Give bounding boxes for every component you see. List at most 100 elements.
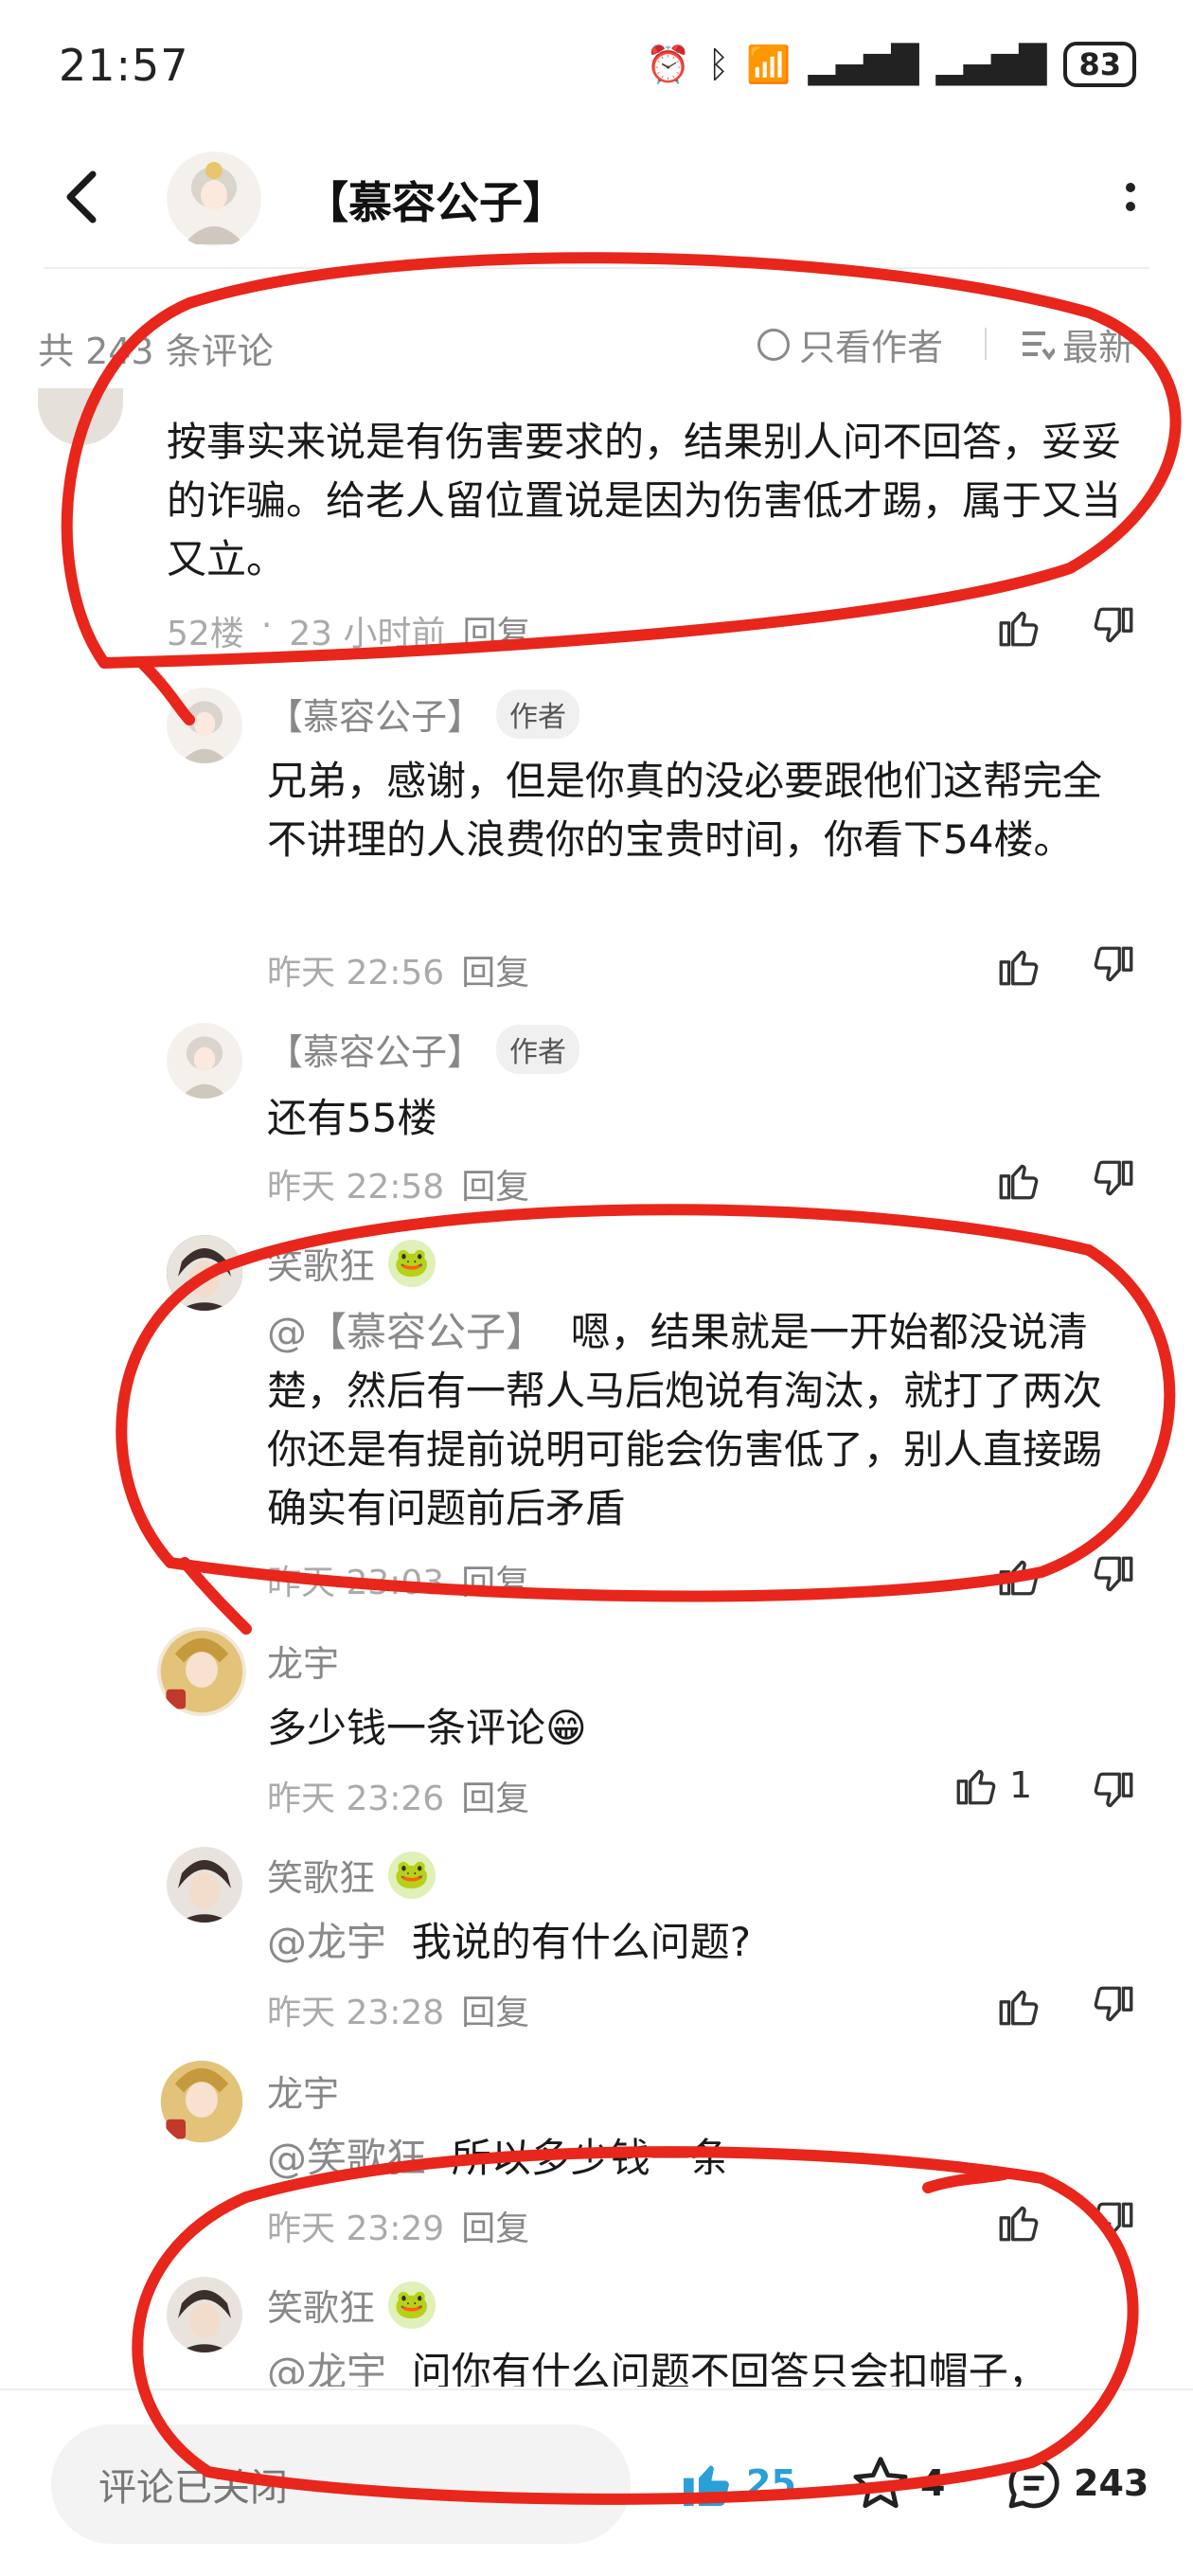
- post-like-button[interactable]: 25: [676, 2453, 796, 2513]
- dislike-button[interactable]: [1085, 599, 1142, 655]
- comment-input[interactable]: 评论已关闭: [51, 2424, 631, 2544]
- comment-time: 昨天 23:28: [267, 1994, 445, 2032]
- author-tag: 作者: [496, 1024, 580, 1074]
- user-badge-icon: 🐸: [388, 1239, 436, 1287]
- comment-author[interactable]: 【慕容公子】 作者: [267, 1023, 580, 1075]
- comment-meta: 昨天 23:03 回复: [267, 1555, 529, 1604]
- reply-button[interactable]: 回复: [461, 945, 529, 994]
- reply-button[interactable]: 回复: [461, 1555, 529, 1604]
- back-button[interactable]: [53, 159, 110, 235]
- mention[interactable]: @笑歌狂: [267, 2135, 426, 2181]
- author-tag: 作者: [496, 689, 580, 739]
- battery-indicator: 83: [1063, 42, 1136, 87]
- comments-button[interactable]: 243: [1004, 2453, 1148, 2513]
- thumbs-up-icon: [956, 1769, 996, 1805]
- comment-body: 我说的有什么问题?: [411, 1919, 752, 1965]
- avatar[interactable]: [167, 2277, 242, 2352]
- author-name: 龙宇: [267, 1643, 340, 1685]
- more-dot: [1126, 202, 1135, 211]
- thumbs-up-icon: [999, 1990, 1039, 2026]
- comment-author[interactable]: 笑歌狂 🐸: [267, 1849, 436, 1901]
- thumbs-down-icon: [1094, 1160, 1133, 1196]
- avatar[interactable]: [167, 1235, 242, 1311]
- comment-text: 多少钱一条评论😁: [267, 1699, 1138, 1758]
- avatar[interactable]: [167, 688, 242, 763]
- floor-label: 52楼: [167, 615, 244, 653]
- bottom-divider: [0, 2388, 1193, 2390]
- comment-author[interactable]: 【慕容公子】 作者: [267, 688, 580, 740]
- like-button[interactable]: 1: [953, 1762, 1032, 1809]
- like-count: 1: [1009, 1764, 1033, 1806]
- comment-time: 昨天 23:26: [267, 1780, 445, 1818]
- comment-author[interactable]: 笑歌狂 🐸: [267, 1237, 436, 1289]
- wifi-icon: 📶: [746, 43, 792, 85]
- dislike-button[interactable]: [1085, 1763, 1142, 1820]
- comment-text: @龙宇 问你有什么问题不回答只会扣帽子，: [267, 2343, 1138, 2387]
- like-button[interactable]: [990, 1152, 1047, 1208]
- dislike-button[interactable]: [1085, 1977, 1142, 2034]
- dislike-button[interactable]: [1085, 938, 1142, 994]
- more-dot: [1126, 183, 1135, 192]
- mention[interactable]: @龙宇: [267, 1919, 386, 1965]
- favorite-button[interactable]: 4: [850, 2453, 945, 2513]
- thumbs-up-icon: [999, 2206, 1039, 2242]
- header-divider: [44, 267, 1149, 269]
- like-button[interactable]: [990, 938, 1047, 994]
- like-button[interactable]: [990, 1547, 1047, 1604]
- meta-dot: ·: [260, 606, 273, 645]
- only-author-toggle[interactable]: 只看作者: [757, 318, 943, 370]
- author-name: 【慕容公子】: [267, 696, 484, 738]
- comment-bubble-icon: [1008, 2458, 1059, 2509]
- sort-button[interactable]: 最新: [1021, 318, 1134, 370]
- thumbs-down-icon: [1094, 1986, 1133, 2022]
- mention[interactable]: @龙宇: [267, 2349, 386, 2387]
- reply-button[interactable]: 回复: [461, 1985, 529, 2034]
- like-button[interactable]: [990, 2193, 1047, 2250]
- comment-author[interactable]: 笑歌狂 🐸: [267, 2279, 436, 2331]
- comment-body: 多少钱一条评论: [267, 1705, 546, 1751]
- comment-body: 所以多少钱一条: [451, 2135, 730, 2181]
- reply-button[interactable]: 回复: [461, 2201, 529, 2250]
- star-icon: [853, 2457, 908, 2509]
- reply-button[interactable]: 回复: [463, 606, 531, 655]
- comment-text: 兄弟，感谢，但是你真的没必要跟他们这帮完全不讲理的人浪费你的宝贵时间，你看下54…: [267, 758, 1103, 863]
- like-button[interactable]: [990, 599, 1047, 655]
- avatar[interactable]: [38, 388, 123, 445]
- signal-icon-2: ▂▄▆█: [935, 44, 1047, 85]
- dislike-button[interactable]: [1085, 1152, 1142, 1208]
- avatar[interactable]: [167, 1847, 242, 1923]
- status-icons: ⏰ ᛒ 📶 ▂▄▆█ ▂▄▆█ 83: [646, 42, 1136, 87]
- sort-label: 最新: [1062, 327, 1135, 368]
- comment-author[interactable]: 龙宇: [267, 1635, 339, 1687]
- user-badge-icon: 🐸: [388, 2281, 436, 2329]
- thumbs-up-filled-icon: [684, 2465, 729, 2506]
- reply-button[interactable]: 回复: [461, 1159, 529, 1208]
- comment-text: 还有55楼: [267, 1095, 437, 1141]
- thumbs-down-icon: [1094, 1556, 1133, 1592]
- dislike-button[interactable]: [1085, 1547, 1142, 1604]
- author-avatar[interactable]: [167, 150, 261, 248]
- comment-author[interactable]: 龙宇: [267, 2065, 339, 2117]
- author-name: 笑歌狂: [267, 1857, 376, 1899]
- signal-icon: ▂▄▆█: [808, 44, 919, 85]
- avatar[interactable]: [157, 1627, 246, 1716]
- thumbs-up-icon: [999, 611, 1039, 647]
- chevron-left-icon: [66, 170, 97, 224]
- status-time: 21:57: [59, 40, 189, 91]
- bluetooth-icon: ᛒ: [707, 44, 730, 85]
- like-button[interactable]: [990, 1977, 1047, 2034]
- avatar[interactable]: [157, 2057, 246, 2146]
- mention[interactable]: @【慕容公子】: [267, 1309, 545, 1355]
- reply-button[interactable]: 回复: [461, 1771, 529, 1820]
- comment-text: @【慕容公子】 嗯，结果就是一开始都没说清楚，然后有一帮人马后炮说有淘汰，就打了…: [267, 1303, 1138, 1538]
- comment-text: @笑歌狂 所以多少钱一条: [267, 2129, 1138, 2188]
- comment-time: 昨天 22:56: [267, 954, 445, 993]
- more-options-button[interactable]: [1112, 169, 1149, 225]
- sort-icon: [1023, 331, 1055, 360]
- radio-icon: [757, 328, 790, 361]
- dislike-button[interactable]: [1085, 2193, 1142, 2250]
- comment-body: 问你有什么问题不回答只会扣帽子，: [411, 2349, 1048, 2387]
- only-author-label: 只看作者: [799, 327, 944, 368]
- avatar[interactable]: [167, 1023, 242, 1099]
- filter-separator: [985, 328, 987, 360]
